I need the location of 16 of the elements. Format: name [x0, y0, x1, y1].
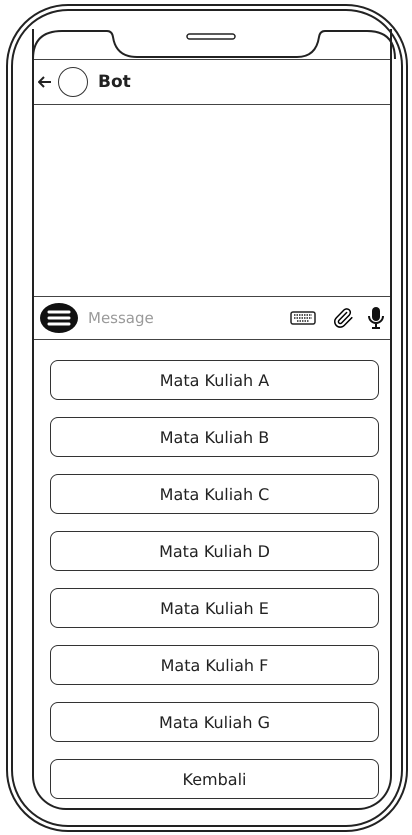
paperclip-icon[interactable] — [332, 307, 354, 329]
avatar — [58, 67, 88, 97]
keyboard-icon[interactable] — [290, 311, 316, 325]
menu-icon[interactable] — [40, 303, 78, 333]
option-button[interactable]: Mata Kuliah D — [50, 531, 379, 571]
microphone-icon[interactable] — [368, 306, 384, 330]
option-button[interactable]: Mata Kuliah G — [50, 702, 379, 742]
option-button[interactable]: Mata Kuliah B — [50, 417, 379, 457]
option-button[interactable]: Mata Kuliah A — [50, 360, 379, 400]
chat-title: Bot — [98, 72, 131, 92]
option-button[interactable]: Mata Kuliah F — [50, 645, 379, 685]
message-field[interactable]: Message — [86, 308, 282, 328]
option-button[interactable]: Mata Kuliah C — [50, 474, 379, 514]
back-arrow-icon[interactable] — [38, 76, 52, 88]
option-button[interactable]: Kembali — [50, 759, 379, 799]
option-button[interactable]: Mata Kuliah E — [50, 588, 379, 628]
